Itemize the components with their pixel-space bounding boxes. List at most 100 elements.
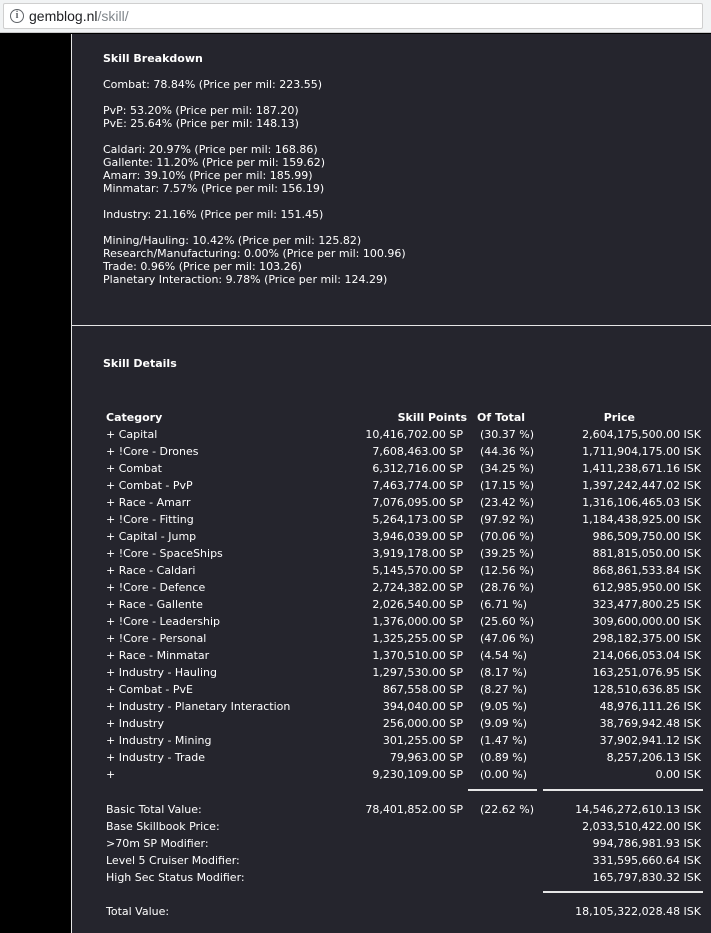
table-row: + Race - Caldari 5,145,570.00 SP (12.56 %)… bbox=[103, 562, 703, 579]
row-price: 1,397,242,447.02 ISK bbox=[582, 479, 701, 492]
summary-price: 331,595,660.64 ISK bbox=[592, 854, 701, 867]
total-label: Total Value: bbox=[106, 905, 170, 918]
info-icon[interactable]: i bbox=[10, 9, 24, 23]
row-of-total: (9.05 %) bbox=[480, 700, 528, 713]
table-row: + Combat - PvP 7,463,774.00 SP (17.15 %) 1,… bbox=[103, 477, 703, 494]
row-of-total: (47.06 %) bbox=[480, 632, 535, 645]
row-category[interactable]: + Race - Minmatar bbox=[106, 647, 209, 664]
row-category[interactable]: + Combat bbox=[106, 460, 162, 477]
table-row: + Combat - PvE 867,558.00 SP (8.27 %) 128,5… bbox=[103, 681, 703, 698]
table-row: + Capital - Jump 3,946,039.00 SP (70.06 %)… bbox=[103, 528, 703, 545]
row-category[interactable]: + !Core - Personal bbox=[106, 630, 206, 647]
summary-price: 165,797,830.32 ISK bbox=[592, 871, 701, 884]
row-category[interactable]: + !Core - Defence bbox=[106, 579, 205, 596]
row-category[interactable]: + Industry - Planetary Interaction bbox=[106, 698, 290, 715]
row-category[interactable]: + Capital - Jump bbox=[106, 528, 196, 545]
row-category[interactable]: + Race - Amarr bbox=[106, 494, 190, 511]
summary-label: Base Skillbook Price: bbox=[106, 820, 220, 833]
row-category[interactable]: + Industry - Hauling bbox=[106, 664, 217, 681]
breakdown-line: PvE: 25.64% (Price per mil: 148.13) bbox=[103, 117, 299, 130]
row-category[interactable]: + Race - Gallente bbox=[106, 596, 203, 613]
row-price: 128,510,636.85 ISK bbox=[592, 683, 701, 696]
breakdown-line: Research/Manufacturing: 0.00% (Price per… bbox=[103, 247, 406, 260]
row-skill-points: 301,255.00 SP bbox=[382, 734, 463, 747]
table-row: +9,230,109.00 SP (0.00 %) 0.00 ISK bbox=[103, 766, 703, 783]
address-bar[interactable]: i gemblog.nl/skill/ bbox=[3, 3, 703, 29]
row-price: 612,985,950.00 ISK bbox=[592, 581, 701, 594]
header-of-total: Of Total bbox=[477, 411, 526, 424]
row-of-total: (0.00 %) bbox=[480, 768, 528, 781]
row-price: 1,184,438,925.00 ISK bbox=[582, 513, 701, 526]
row-category[interactable]: + Race - Caldari bbox=[106, 562, 195, 579]
row-price: 37,902,941.12 ISK bbox=[599, 734, 701, 747]
row-category[interactable]: + Industry - Trade bbox=[106, 749, 205, 766]
url-text[interactable]: gemblog.nl/skill/ bbox=[29, 4, 129, 28]
summary-row: High Sec Status Modifier: 165,797,830.32 … bbox=[103, 869, 703, 886]
row-skill-points: 6,312,716.00 SP bbox=[372, 462, 463, 475]
row-price: 48,976,111.26 ISK bbox=[599, 700, 701, 713]
breakdown-line: Mining/Hauling: 10.42% (Price per mil: 1… bbox=[103, 234, 362, 247]
summary-row: Base Skillbook Price: 2,033,510,422.00 IS… bbox=[103, 818, 703, 835]
row-of-total: (8.17 %) bbox=[480, 666, 528, 679]
table-row: + Combat 6,312,716.00 SP (34.25 %) 1,411,23… bbox=[103, 460, 703, 477]
row-price: 1,711,904,175.00 ISK bbox=[582, 445, 701, 458]
table-row: + Industry - Mining 301,255.00 SP (1.47 %)… bbox=[103, 732, 703, 749]
row-of-total: (25.60 %) bbox=[480, 615, 535, 628]
summary-row: >70m SP Modifier: 994,786,981.93 ISK bbox=[103, 835, 703, 852]
row-price: 1,316,106,465.03 ISK bbox=[582, 496, 701, 509]
row-category[interactable]: + Capital bbox=[106, 426, 157, 443]
row-of-total: (4.54 %) bbox=[480, 649, 528, 662]
row-category[interactable]: + Industry bbox=[106, 715, 164, 732]
breakdown-line: Planetary Interaction: 9.78% (Price per … bbox=[103, 273, 388, 286]
summary-row: Level 5 Cruiser Modifier: 331,595,660.64 … bbox=[103, 852, 703, 869]
row-skill-points: 1,325,255.00 SP bbox=[372, 632, 463, 645]
breakdown-line: Trade: 0.96% (Price per mil: 103.26) bbox=[103, 260, 302, 273]
breakdown-line: Industry: 21.16% (Price per mil: 151.45) bbox=[103, 208, 324, 221]
row-price: 1,411,238,671.16 ISK bbox=[582, 462, 701, 475]
main-content: Skill Breakdown Combat: 78.84% (Price pe… bbox=[71, 34, 711, 933]
row-of-total: (39.25 %) bbox=[480, 547, 535, 560]
row-of-total: (44.36 %) bbox=[480, 445, 535, 458]
total-row: Total Value: 18,105,322,028.48 ISK bbox=[103, 903, 703, 920]
summary-label: Basic Total Value: bbox=[106, 803, 202, 816]
summary-skill-points: 78,401,852.00 SP bbox=[365, 803, 463, 816]
row-skill-points: 7,608,463.00 SP bbox=[372, 445, 463, 458]
row-of-total: (1.47 %) bbox=[480, 734, 528, 747]
section-divider bbox=[72, 325, 711, 326]
table-row: + Race - Gallente 2,026,540.00 SP (6.71 %)… bbox=[103, 596, 703, 613]
row-category[interactable]: + !Core - Fitting bbox=[106, 511, 194, 528]
row-skill-points: 394,040.00 SP bbox=[382, 700, 463, 713]
summary-price: 994,786,981.93 ISK bbox=[592, 837, 701, 850]
table-row: + !Core - Personal 1,325,255.00 SP (47.06 … bbox=[103, 630, 703, 647]
row-category[interactable]: + !Core - SpaceShips bbox=[106, 545, 223, 562]
row-skill-points: 5,264,173.00 SP bbox=[372, 513, 463, 526]
row-category[interactable]: + !Core - Leadership bbox=[106, 613, 220, 630]
row-of-total: (30.37 %) bbox=[480, 428, 535, 441]
row-skill-points: 2,026,540.00 SP bbox=[372, 598, 463, 611]
row-category[interactable]: + bbox=[106, 766, 115, 783]
summary-label: >70m SP Modifier: bbox=[106, 837, 209, 850]
row-price: 2,604,175,500.00 ISK bbox=[582, 428, 701, 441]
price-underline bbox=[543, 789, 703, 791]
url-host: gemblog.nl bbox=[29, 8, 98, 24]
row-price: 163,251,076.95 ISK bbox=[592, 666, 701, 679]
row-skill-points: 3,919,178.00 SP bbox=[372, 547, 463, 560]
row-price: 8,257,206.13 ISK bbox=[606, 751, 701, 764]
row-category[interactable]: + Industry - Mining bbox=[106, 732, 211, 749]
row-price: 986,509,750.00 ISK bbox=[592, 530, 701, 543]
row-price: 38,769,942.48 ISK bbox=[599, 717, 701, 730]
row-skill-points: 9,230,109.00 SP bbox=[372, 768, 463, 781]
row-skill-points: 3,946,039.00 SP bbox=[372, 530, 463, 543]
table-row: + Capital 10,416,702.00 SP (30.37 %) 2,604,… bbox=[103, 426, 703, 443]
row-of-total: (28.76 %) bbox=[480, 581, 535, 594]
table-row: + !Core - SpaceShips 3,919,178.00 SP (39.2… bbox=[103, 545, 703, 562]
breakdown-line: PvP: 53.20% (Price per mil: 187.20) bbox=[103, 104, 299, 117]
breakdown-line: Minmatar: 7.57% (Price per mil: 156.19) bbox=[103, 182, 325, 195]
browser-toolbar: i gemblog.nl/skill/ bbox=[0, 0, 711, 33]
breakdown-line: Gallente: 11.20% (Price per mil: 159.62) bbox=[103, 156, 326, 169]
row-category[interactable]: + !Core - Drones bbox=[106, 443, 199, 460]
row-category[interactable]: + Combat - PvP bbox=[106, 477, 193, 494]
row-of-total: (23.42 %) bbox=[480, 496, 535, 509]
row-category[interactable]: + Combat - PvE bbox=[106, 681, 193, 698]
summary-price: 2,033,510,422.00 ISK bbox=[582, 820, 701, 833]
